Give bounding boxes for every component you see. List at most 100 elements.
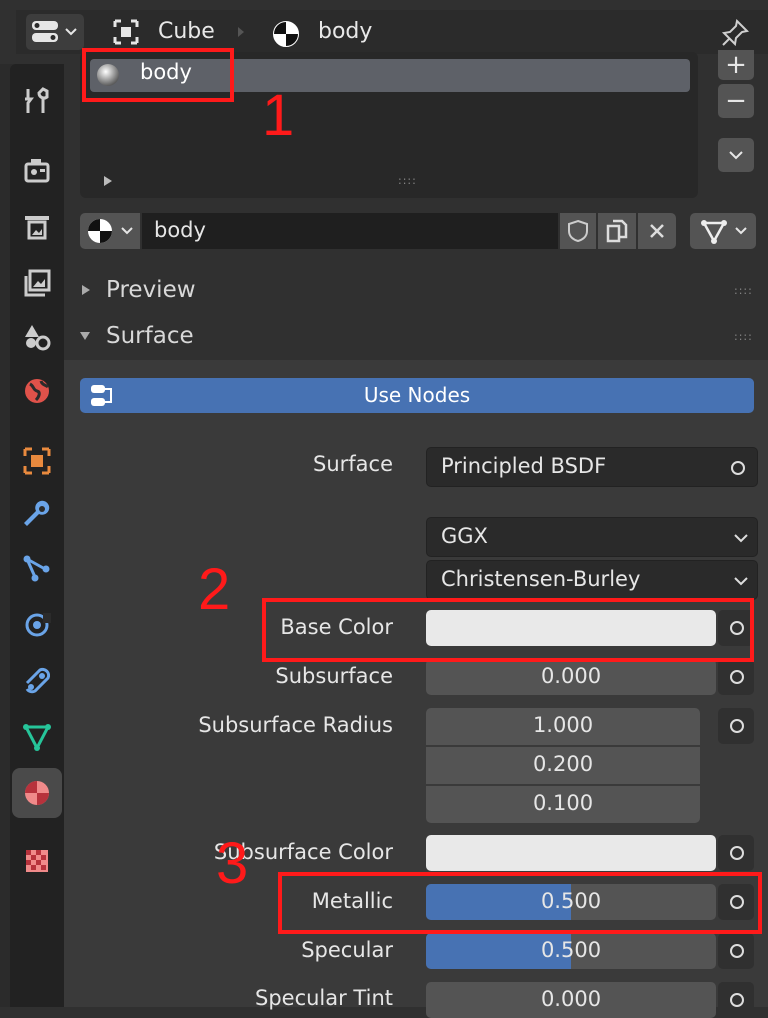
socket-icon — [730, 944, 744, 958]
annotation-number-1: 1 — [262, 83, 295, 148]
editor-type-icon — [32, 21, 58, 42]
remove-slot-label: − — [725, 86, 747, 116]
subsurface-color-swatch[interactable] — [426, 835, 716, 871]
constraints-icon — [25, 667, 51, 694]
tab-constraints[interactable] — [12, 656, 62, 706]
subsurface-radius-y[interactable]: 0.200 — [426, 747, 700, 784]
fake-user-button[interactable] — [560, 213, 596, 249]
distribution-dropdown[interactable]: GGX — [426, 517, 758, 557]
expand-triangle-icon[interactable] — [102, 175, 114, 187]
object-properties-icon — [23, 447, 51, 475]
tab-view-layer[interactable] — [12, 258, 62, 308]
unlink-material-button[interactable] — [638, 213, 676, 249]
scene-icon — [25, 325, 51, 351]
mesh-data-icon — [23, 724, 51, 752]
specular-label: Specular — [301, 938, 393, 962]
slot-link-button[interactable] — [690, 213, 756, 249]
view-layer-icon — [24, 269, 51, 297]
specular-socket-button[interactable] — [718, 933, 754, 969]
specular-slider[interactable]: 0.500 — [426, 933, 716, 969]
subsurface-color-socket-button[interactable] — [718, 835, 754, 871]
subsurface-label: Subsurface — [275, 664, 393, 688]
slot-specials-button[interactable] — [718, 138, 754, 172]
tab-object[interactable] — [12, 436, 62, 486]
annotation-number-3: 3 — [216, 831, 249, 896]
socket-icon — [730, 993, 744, 1007]
specular-tint-slider[interactable]: 0.000 — [426, 982, 716, 1018]
material-name-value: body — [154, 218, 206, 242]
chevron-down-icon — [121, 227, 133, 235]
list-resize-grip[interactable]: :::: — [398, 174, 417, 187]
duplicate-icon — [606, 219, 628, 243]
socket-icon — [730, 846, 744, 860]
shield-icon — [568, 219, 588, 243]
subsurface-slider[interactable]: 0.000 — [426, 659, 716, 695]
surface-shader-value: Principled BSDF — [441, 454, 607, 478]
socket-icon — [730, 670, 744, 684]
annotation-box-2 — [262, 598, 754, 662]
tab-scene[interactable] — [12, 312, 62, 362]
breadcrumb-separator-icon — [238, 27, 244, 37]
subsurface-method-dropdown[interactable]: Christensen-Burley — [426, 560, 758, 600]
world-icon — [25, 379, 50, 403]
subsurface-radius-y-value: 0.200 — [532, 752, 594, 776]
distribution-value: GGX — [441, 524, 488, 548]
material-tab-icon — [25, 781, 49, 805]
add-slot-label: + — [725, 50, 747, 80]
object-icon — [113, 19, 139, 45]
tab-output[interactable] — [12, 202, 62, 252]
expanded-triangle-icon — [80, 332, 90, 340]
subsurface-value: 0.000 — [540, 664, 602, 688]
tab-texture[interactable] — [12, 836, 62, 886]
tab-tool[interactable] — [12, 76, 62, 126]
wrench-icon — [24, 500, 50, 526]
surface-shader-field[interactable]: Principled BSDF — [426, 447, 758, 487]
material-icon — [273, 21, 299, 47]
subsurface-radius-label: Subsurface Radius — [198, 713, 393, 737]
subsurface-radius-z[interactable]: 0.100 — [426, 786, 700, 823]
breadcrumb-material[interactable]: body — [318, 10, 372, 54]
editor-type-button[interactable] — [26, 14, 84, 50]
tab-render[interactable] — [12, 146, 62, 196]
subsurface-socket-button[interactable] — [718, 659, 754, 695]
specular-tint-label: Specular Tint — [254, 986, 393, 1010]
output-icon — [25, 216, 49, 240]
subsurface-radius-x-value: 1.000 — [532, 713, 594, 737]
particles-icon — [23, 555, 50, 582]
subsurface-radius-z-value: 0.100 — [532, 791, 594, 815]
surface-label: Surface — [312, 452, 393, 476]
pin-icon[interactable] — [720, 18, 750, 48]
tab-data[interactable] — [12, 712, 62, 762]
section-preview[interactable]: Preview — [106, 277, 196, 303]
annotation-box-3 — [278, 872, 762, 934]
tab-modifiers[interactable] — [12, 490, 62, 540]
material-browse-button[interactable] — [80, 213, 140, 249]
collapsed-triangle-icon — [82, 285, 90, 295]
chevron-down-icon — [735, 227, 747, 235]
remove-slot-button[interactable]: − — [718, 84, 754, 118]
texture-icon — [26, 850, 48, 872]
section-surface[interactable]: Surface — [106, 323, 194, 349]
duplicate-material-button[interactable] — [598, 213, 636, 249]
surface-drag-grip[interactable]: :::: — [734, 330, 753, 343]
add-slot-button[interactable]: + — [718, 50, 754, 80]
material-browse-icon — [88, 219, 112, 243]
physics-icon — [25, 613, 51, 637]
tab-world[interactable] — [12, 366, 62, 416]
specular-tint-value: 0.000 — [540, 987, 602, 1011]
use-nodes-button[interactable]: Use Nodes — [80, 378, 754, 413]
socket-icon — [730, 719, 744, 733]
annotation-number-2: 2 — [198, 557, 231, 622]
tool-icon — [25, 87, 49, 113]
specular-tint-socket-button[interactable] — [718, 982, 754, 1018]
material-name-field[interactable]: body — [142, 213, 558, 249]
tab-particles[interactable] — [12, 544, 62, 594]
subsurface-radius-x[interactable]: 1.000 — [426, 708, 700, 745]
preview-drag-grip[interactable]: :::: — [734, 284, 753, 297]
annotation-box-1 — [82, 48, 234, 102]
use-nodes-label: Use Nodes — [363, 383, 471, 407]
tab-physics[interactable] — [12, 600, 62, 650]
tab-material[interactable] — [12, 768, 62, 818]
chevron-down-icon — [734, 534, 748, 543]
subsurface-radius-socket-button[interactable] — [718, 708, 754, 744]
